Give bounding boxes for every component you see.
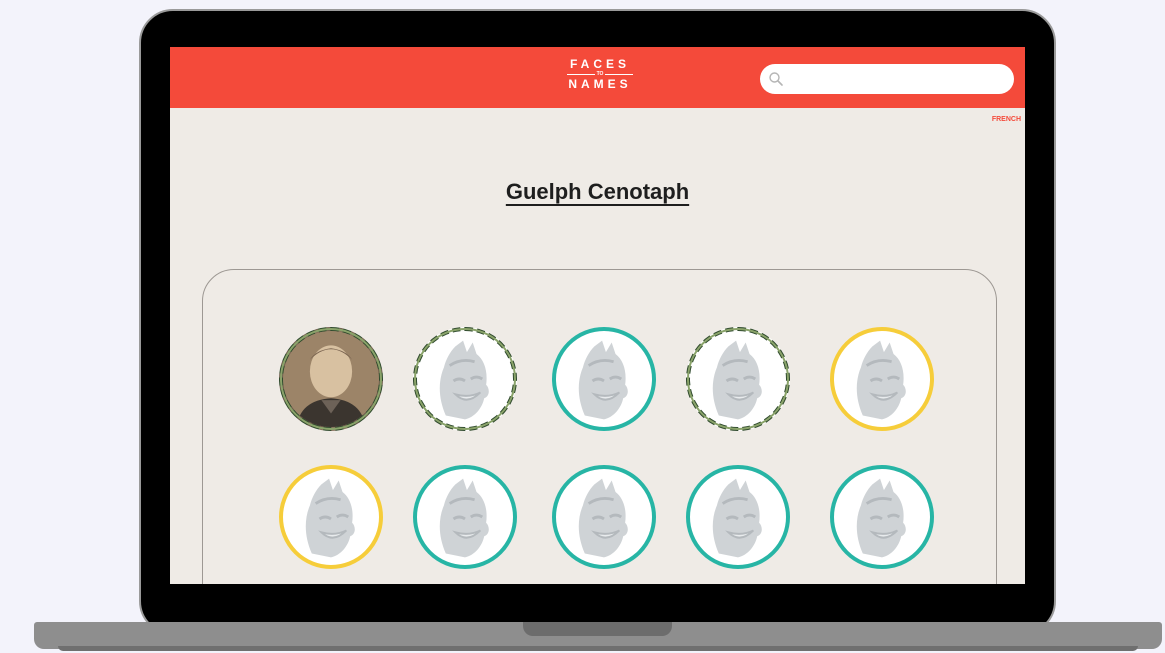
page-title-text: Guelph Cenotaph <box>505 179 690 204</box>
profile-avatar[interactable] <box>686 327 790 431</box>
site-logo[interactable]: FACES TO NAMES <box>560 58 640 91</box>
logo-rule-left <box>566 74 595 75</box>
placeholder-face-icon <box>712 340 762 420</box>
placeholder-face-icon <box>578 478 628 558</box>
profile-avatar[interactable] <box>413 465 517 569</box>
browser-viewport: FACES TO NAMES FRENCH Guelph Cenotaph <box>170 47 1025 584</box>
profile-avatar[interactable] <box>830 465 934 569</box>
profile-avatar[interactable] <box>279 465 383 569</box>
logo-faces: FACES <box>569 57 630 71</box>
laptop-base-edge <box>58 646 1138 651</box>
portrait-photo <box>283 331 379 427</box>
page-title: Guelph Cenotaph <box>170 179 1025 205</box>
placeholder-face-icon <box>439 340 489 420</box>
placeholder-face-icon <box>578 340 628 420</box>
placeholder-face-icon <box>712 478 762 558</box>
language-toggle-link[interactable]: FRENCH <box>992 116 1021 123</box>
laptop-notch <box>523 622 672 636</box>
profile-avatar[interactable] <box>552 327 656 431</box>
placeholder-face-icon <box>856 478 906 558</box>
logo-rule-right <box>605 74 634 75</box>
site-header: FACES TO NAMES <box>170 47 1025 108</box>
search-box[interactable] <box>760 64 1014 94</box>
logo-names: NAMES <box>568 77 632 91</box>
profile-avatar[interactable] <box>552 465 656 569</box>
placeholder-face-icon <box>439 478 489 558</box>
profile-avatar[interactable] <box>413 327 517 431</box>
placeholder-face-icon <box>305 478 355 558</box>
search-input[interactable] <box>790 69 1004 91</box>
profile-avatar[interactable] <box>686 465 790 569</box>
search-icon <box>769 72 783 86</box>
profile-avatar[interactable] <box>830 327 934 431</box>
profile-avatar[interactable] <box>279 327 383 431</box>
placeholder-face-icon <box>856 340 906 420</box>
